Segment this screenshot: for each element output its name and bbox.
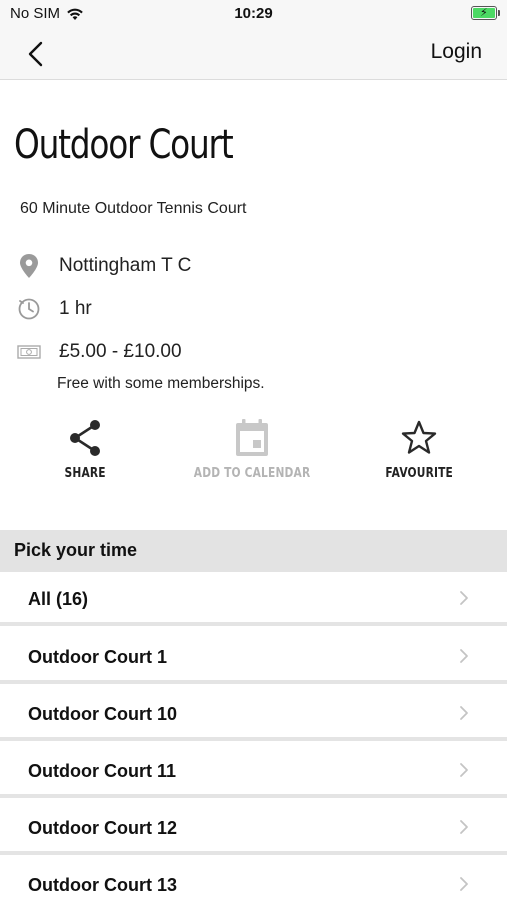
chevron-right-icon [460, 877, 468, 891]
list-item-label: Outdoor Court 11 [28, 761, 176, 781]
login-button[interactable]: Login [431, 40, 482, 64]
list-item[interactable]: Outdoor Court 12 [0, 801, 507, 855]
action-bar: SHARE ADD TO CALENDAR FAVOURITE [0, 415, 507, 505]
calendar-icon [172, 415, 332, 461]
list-item-label: Outdoor Court 1 [28, 647, 167, 667]
share-label: SHARE [64, 466, 106, 481]
nav-bar: Login [0, 28, 507, 80]
star-icon [339, 415, 499, 461]
duration-text: 1 hr [59, 298, 92, 319]
location-row: Nottingham T C [16, 253, 191, 279]
list-item[interactable]: Outdoor Court 10 [0, 687, 507, 741]
chevron-right-icon [460, 706, 468, 720]
membership-note: Free with some memberships. [57, 375, 265, 392]
chevron-right-icon [460, 649, 468, 663]
section-title: Pick your time [14, 540, 138, 560]
list-item[interactable]: Outdoor Court 1 [0, 630, 507, 684]
list-item-label: Outdoor Court 12 [28, 818, 177, 838]
back-chevron-icon [28, 41, 43, 67]
status-bar: No SIM 10:29 ⚡ [0, 0, 507, 28]
list-item-label: Outdoor Court 10 [28, 704, 177, 724]
back-button[interactable] [18, 34, 58, 74]
page-subtitle: 60 Minute Outdoor Tennis Court [20, 200, 247, 217]
list-item[interactable]: Outdoor Court 13 [0, 858, 507, 900]
section-header: Pick your time [0, 530, 507, 572]
duration-row: 1 hr [16, 296, 92, 322]
list-item-label: All (16) [28, 589, 89, 609]
share-button[interactable]: SHARE [5, 415, 165, 482]
list-item[interactable]: Outdoor Court 11 [0, 744, 507, 798]
share-icon [5, 415, 165, 461]
price-text: £5.00 - £10.00 [59, 341, 182, 362]
favourite-button[interactable]: FAVOURITE [339, 415, 499, 482]
price-row: £5.00 - £10.00 [16, 339, 182, 365]
location-text: Nottingham T C [59, 255, 192, 276]
favourite-label: FAVOURITE [385, 466, 453, 481]
list-item[interactable]: All (16) [0, 572, 507, 626]
status-time: 10:29 [234, 5, 273, 22]
chevron-right-icon [460, 763, 468, 777]
add-to-calendar-label: ADD TO CALENDAR [193, 466, 311, 481]
chevron-right-icon [460, 591, 468, 605]
money-icon [16, 339, 42, 365]
clock-icon [16, 296, 42, 322]
chevron-right-icon [460, 820, 468, 834]
list-item-label: Outdoor Court 13 [28, 875, 177, 895]
add-to-calendar-button[interactable]: ADD TO CALENDAR [172, 415, 332, 482]
location-pin-icon [16, 253, 42, 279]
battery-icon: ⚡ [471, 6, 500, 20]
page-title: Outdoor Court [14, 122, 234, 168]
